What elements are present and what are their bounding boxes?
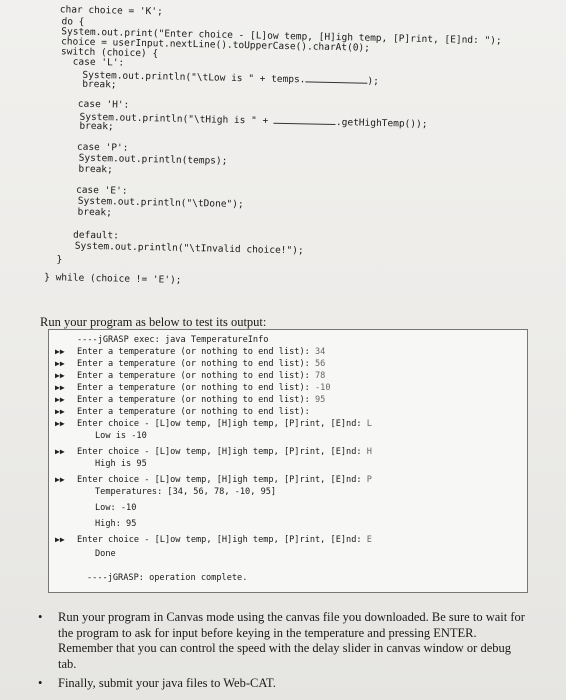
arrow-icon: ▶▶ — [55, 395, 65, 404]
terminal-line: Temperatures: [34, 56, 78, -10, 95] — [95, 487, 277, 497]
terminal-line: ▶▶ Enter a temperature (or nothing to end… — [55, 371, 326, 381]
arrow-icon: ▶▶ — [55, 535, 65, 544]
code-line: System.out.println("\tInvalid choice!"); — [74, 240, 304, 257]
bullet-icon: • — [38, 676, 43, 690]
arrow-icon: ▶▶ — [55, 419, 65, 428]
terminal-line: Low is -10 — [95, 431, 147, 441]
arrow-icon: ▶▶ — [55, 347, 65, 356]
code-line: case 'L': — [72, 56, 125, 69]
arrow-icon: ▶▶ — [55, 475, 65, 484]
terminal-line: ▶▶ Enter a temperature (or nothing to end… — [55, 359, 326, 369]
terminal-line: ▶▶ Enter a temperature (or nothing to end… — [55, 383, 331, 393]
code-line: break; — [79, 120, 114, 133]
terminal-line: ----jGRASP: operation complete. — [87, 573, 248, 583]
code-line: System.out.println("\tLow is " + temps.)… — [82, 69, 380, 87]
terminal-line: High is 95 — [95, 459, 147, 469]
arrow-icon: ▶▶ — [55, 371, 65, 380]
terminal-line: Low: -10 — [95, 503, 137, 513]
arrow-icon: ▶▶ — [55, 359, 65, 368]
code-line: char choice = 'K'; — [59, 4, 163, 18]
arrow-icon: ▶▶ — [55, 383, 65, 392]
terminal-output: ----jGRASP exec: java TemperatureInfo ▶▶… — [48, 329, 528, 593]
arrow-icon: ▶▶ — [55, 447, 65, 456]
terminal-line: ▶▶ Enter choice - [L]ow temp, [H]igh temp… — [55, 535, 372, 545]
terminal-line: ▶▶ Enter choice - [L]ow temp, [H]igh temp… — [55, 475, 372, 485]
bullet-icon: • — [38, 610, 43, 624]
code-snippet: char choice = 'K'; do { System.out.print… — [0, 0, 566, 286]
code-line: break; — [82, 78, 117, 91]
code-line: System.out.println("\tHigh is " + .getHi… — [79, 111, 428, 130]
instruction-text: Finally, submit your java files to Web-C… — [58, 676, 276, 690]
code-line: } while (choice != 'E'); — [44, 271, 182, 286]
code-line: } — [56, 254, 63, 266]
terminal-line: ▶▶ Enter a temperature (or nothing to end… — [55, 395, 326, 405]
document-page: char choice = 'K'; do { System.out.print… — [0, 0, 566, 700]
arrow-icon: ▶▶ — [55, 407, 65, 416]
terminal-line: ----jGRASP exec: java TemperatureInfo — [77, 335, 269, 345]
code-line: break; — [77, 206, 113, 219]
terminal-line: Done — [95, 549, 116, 559]
terminal-line: High: 95 — [95, 519, 137, 529]
terminal-line: ▶▶ Enter choice - [L]ow temp, [H]igh temp… — [55, 419, 372, 429]
instruction-text: Run your program in Canvas mode using th… — [58, 610, 525, 671]
terminal-line: ▶▶ Enter choice - [L]ow temp, [H]igh temp… — [55, 447, 372, 457]
terminal-line: ▶▶ Enter a temperature (or nothing to end… — [55, 407, 310, 417]
terminal-line: ▶▶ Enter a temperature (or nothing to end… — [55, 347, 326, 357]
section-heading: Run your program as below to test its ou… — [40, 315, 267, 329]
code-line: break; — [78, 163, 113, 176]
